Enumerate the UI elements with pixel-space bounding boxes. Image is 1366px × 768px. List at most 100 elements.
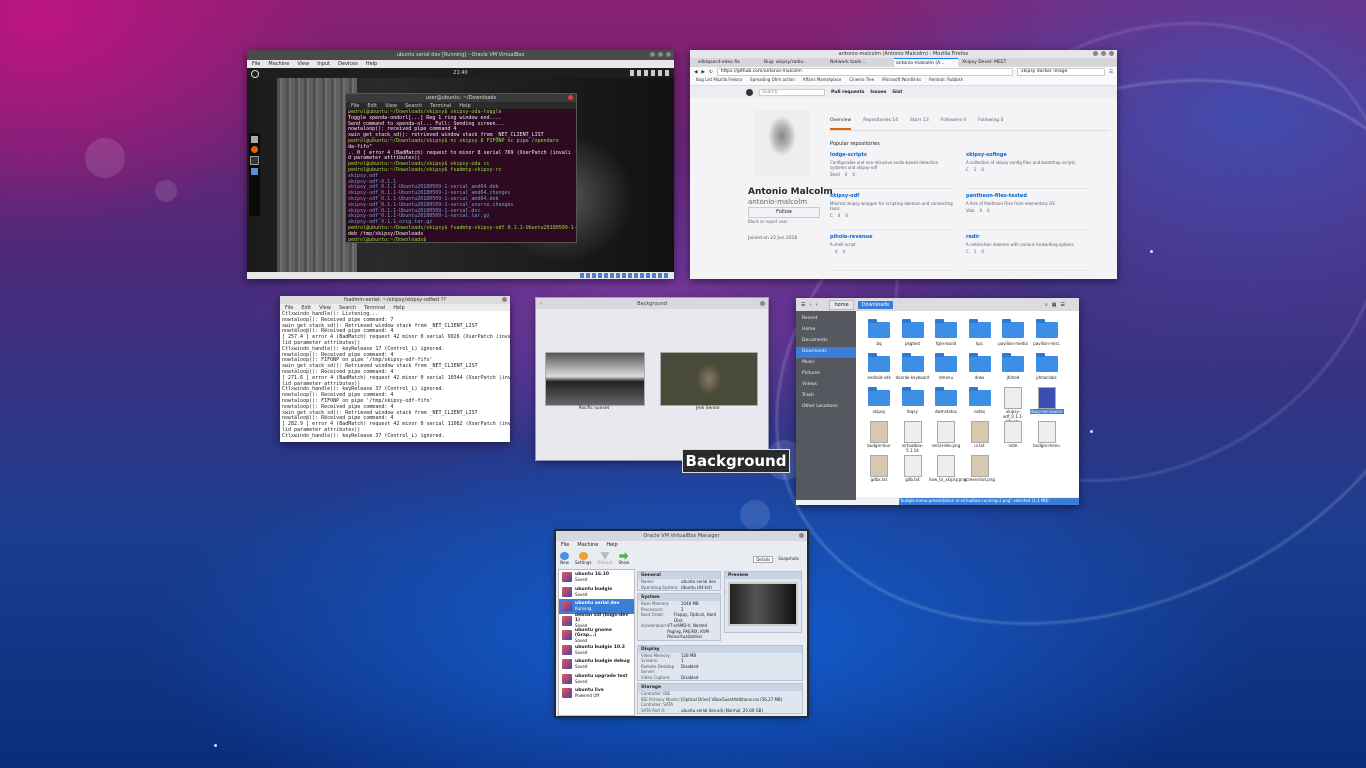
folder-icon[interactable]: [935, 353, 957, 372]
sidebar-item-pictures[interactable]: Pictures: [796, 369, 856, 380]
folder-icon[interactable]: [901, 387, 924, 406]
menu-icon[interactable]: ☰: [1061, 302, 1065, 308]
file-icon[interactable]: [1004, 421, 1022, 443]
sidebar-item-recent[interactable]: Recent: [796, 314, 856, 325]
snapshots-tab[interactable]: Snapshots: [776, 556, 801, 563]
terminal-output[interactable]: pedrol@ubuntu:~/Downloads/xkipsy$ xkipsy…: [346, 109, 576, 242]
menu-file[interactable]: File: [285, 305, 293, 311]
inner-terminal-titlebar[interactable]: user@ubuntu: ~/Downloads: [346, 94, 576, 102]
terminal-icon[interactable]: [250, 156, 259, 165]
path-home[interactable]: home: [829, 299, 854, 310]
nav-pull-requests[interactable]: Pull requests: [831, 90, 864, 95]
sidebar-item-downloads[interactable]: Downloads: [796, 347, 856, 358]
menu-machine[interactable]: Machine: [577, 542, 598, 548]
file-icon[interactable]: [1037, 387, 1056, 409]
browser-tab[interactable]: Network tools...: [828, 58, 892, 67]
back-icon[interactable]: ‹: [540, 301, 542, 307]
menu-help[interactable]: Help: [459, 103, 470, 109]
menu-input[interactable]: Input: [317, 61, 330, 67]
folder-icon[interactable]: [968, 353, 991, 372]
back-icon[interactable]: ◀: [694, 70, 697, 75]
menu-view[interactable]: View: [297, 61, 309, 67]
repo-card[interactable]: xkipsy-odf Minimal xkipsy wrapper for scr…: [830, 193, 954, 230]
folder-icon[interactable]: [968, 387, 991, 406]
file-icon[interactable]: [1037, 421, 1056, 443]
block-report-link[interactable]: Block or report user: [748, 219, 788, 224]
file-icon[interactable]: [970, 421, 989, 443]
menu-search[interactable]: Search: [405, 103, 422, 109]
menu-file[interactable]: File: [252, 61, 260, 67]
window-titlebar[interactable]: fsadmin-serial: ~/xkipsy/xkipsy-odfwd ??: [280, 296, 510, 304]
repo-name[interactable]: redir: [966, 234, 1090, 240]
bookmark[interactable]: Spreading Ohm action: [750, 77, 795, 85]
wallpaper-thumb[interactable]: [545, 352, 645, 406]
wallpaper-thumb[interactable]: [660, 352, 758, 406]
menu-icon[interactable]: ☰: [1109, 70, 1113, 75]
firefox-icon[interactable]: [251, 146, 258, 153]
folder-icon[interactable]: [935, 387, 957, 406]
sidebar-item-documents[interactable]: Documents: [796, 336, 856, 347]
menu-terminal[interactable]: Terminal: [364, 305, 385, 311]
vm-list-item[interactable]: ubuntu budgie Saved: [559, 585, 634, 600]
show-button[interactable]: Show: [618, 552, 629, 565]
minimize-button[interactable]: [1093, 51, 1098, 56]
vm-list-item[interactable]: ubuntu gnome (Grap...) Saved: [559, 628, 634, 643]
menu-edit[interactable]: Edit: [301, 305, 311, 311]
folder-icon[interactable]: [868, 353, 890, 372]
folder-icon[interactable]: [868, 387, 890, 406]
menu-file[interactable]: File: [561, 542, 569, 548]
settings-icon[interactable]: [251, 168, 258, 175]
tab-overview[interactable]: Overview: [830, 118, 852, 130]
sidebar-item-home[interactable]: Home: [796, 325, 856, 336]
forward-icon[interactable]: ›: [815, 302, 817, 308]
folder-icon[interactable]: [1035, 319, 1058, 338]
menu-search[interactable]: Search: [339, 305, 356, 311]
menu-machine[interactable]: Machine: [268, 61, 289, 67]
folder-icon[interactable]: [901, 353, 924, 372]
repo-card[interactable]: lodge-scripts Configurable and non-intrus…: [830, 152, 954, 189]
guest-clock[interactable]: 21:40: [453, 70, 467, 76]
nav-issues[interactable]: Issues: [870, 90, 886, 95]
reload-icon[interactable]: ↻: [709, 70, 713, 75]
bookmark[interactable]: Cinema Tree: [849, 77, 874, 85]
repo-card[interactable]: redir A redirection daemon with various f…: [966, 234, 1090, 271]
menu-devices[interactable]: Devices: [338, 61, 358, 67]
window-vbox-manager[interactable]: Oracle VM VirtualBox Manager File Machin…: [554, 529, 809, 718]
file-icon[interactable]: [937, 421, 955, 443]
bookmark[interactable]: Affairs Marketplace: [803, 77, 842, 85]
vm-list-item[interactable]: debian sid (bugs-dev 1) Saved: [559, 613, 634, 628]
file-icon[interactable]: [870, 455, 888, 477]
sidebar-item-videos[interactable]: Videos: [796, 380, 856, 391]
menu-help[interactable]: Help: [366, 61, 377, 67]
window-background[interactable]: ‹ Background Pacific sunset Jedi Senior: [535, 297, 769, 461]
forward-icon[interactable]: ▶: [701, 70, 704, 75]
tab-followers[interactable]: Followers 4: [941, 118, 966, 130]
repo-card[interactable]: pantheon-files-tested A fork of Pantheon …: [966, 193, 1090, 230]
window-vbox-vm[interactable]: ubuntu serial dev [Running] - Oracle VM …: [247, 50, 674, 279]
close-button[interactable]: [502, 297, 507, 302]
file-icon[interactable]: [903, 421, 922, 443]
bookmark[interactable]: Bug List Mozilla Fedora: [696, 77, 742, 85]
vm-list-item[interactable]: ubuntu live Powered Off: [559, 686, 634, 701]
window-files[interactable]: ☰ ‹ › home Downloads ⌕ ▦ ☰ Recent Home Doc…: [796, 298, 1079, 505]
close-button[interactable]: [568, 95, 573, 100]
minimize-button[interactable]: [650, 52, 655, 57]
ubuntu-logo-icon[interactable]: [251, 70, 259, 78]
sidebar-item-other-locations[interactable]: Other Locations: [796, 402, 856, 413]
follow-button[interactable]: Follow: [748, 207, 820, 218]
inner-terminal[interactable]: user@ubuntu: ~/Downloads File Edit View …: [345, 93, 577, 243]
folder-icon[interactable]: [935, 319, 957, 338]
browser-tab-active[interactable]: antonio-malcolm (A...: [894, 58, 958, 67]
menu-edit[interactable]: Edit: [367, 103, 377, 109]
search-icon[interactable]: ⌕: [1045, 302, 1048, 308]
maximize-button[interactable]: [658, 52, 663, 57]
file-icon[interactable]: [937, 455, 955, 477]
tab-following[interactable]: Following 0: [978, 118, 1003, 130]
menu-file[interactable]: File: [351, 103, 359, 109]
path-downloads[interactable]: Downloads: [857, 300, 894, 309]
file-icon[interactable]: [1004, 387, 1022, 409]
browser-tab[interactable]: sdkiqoard-odeo fix: [696, 58, 760, 67]
close-button[interactable]: [799, 533, 804, 538]
repo-name[interactable]: pihole-revenue: [830, 234, 954, 240]
tab-repositories[interactable]: Repositories 14: [863, 118, 898, 130]
